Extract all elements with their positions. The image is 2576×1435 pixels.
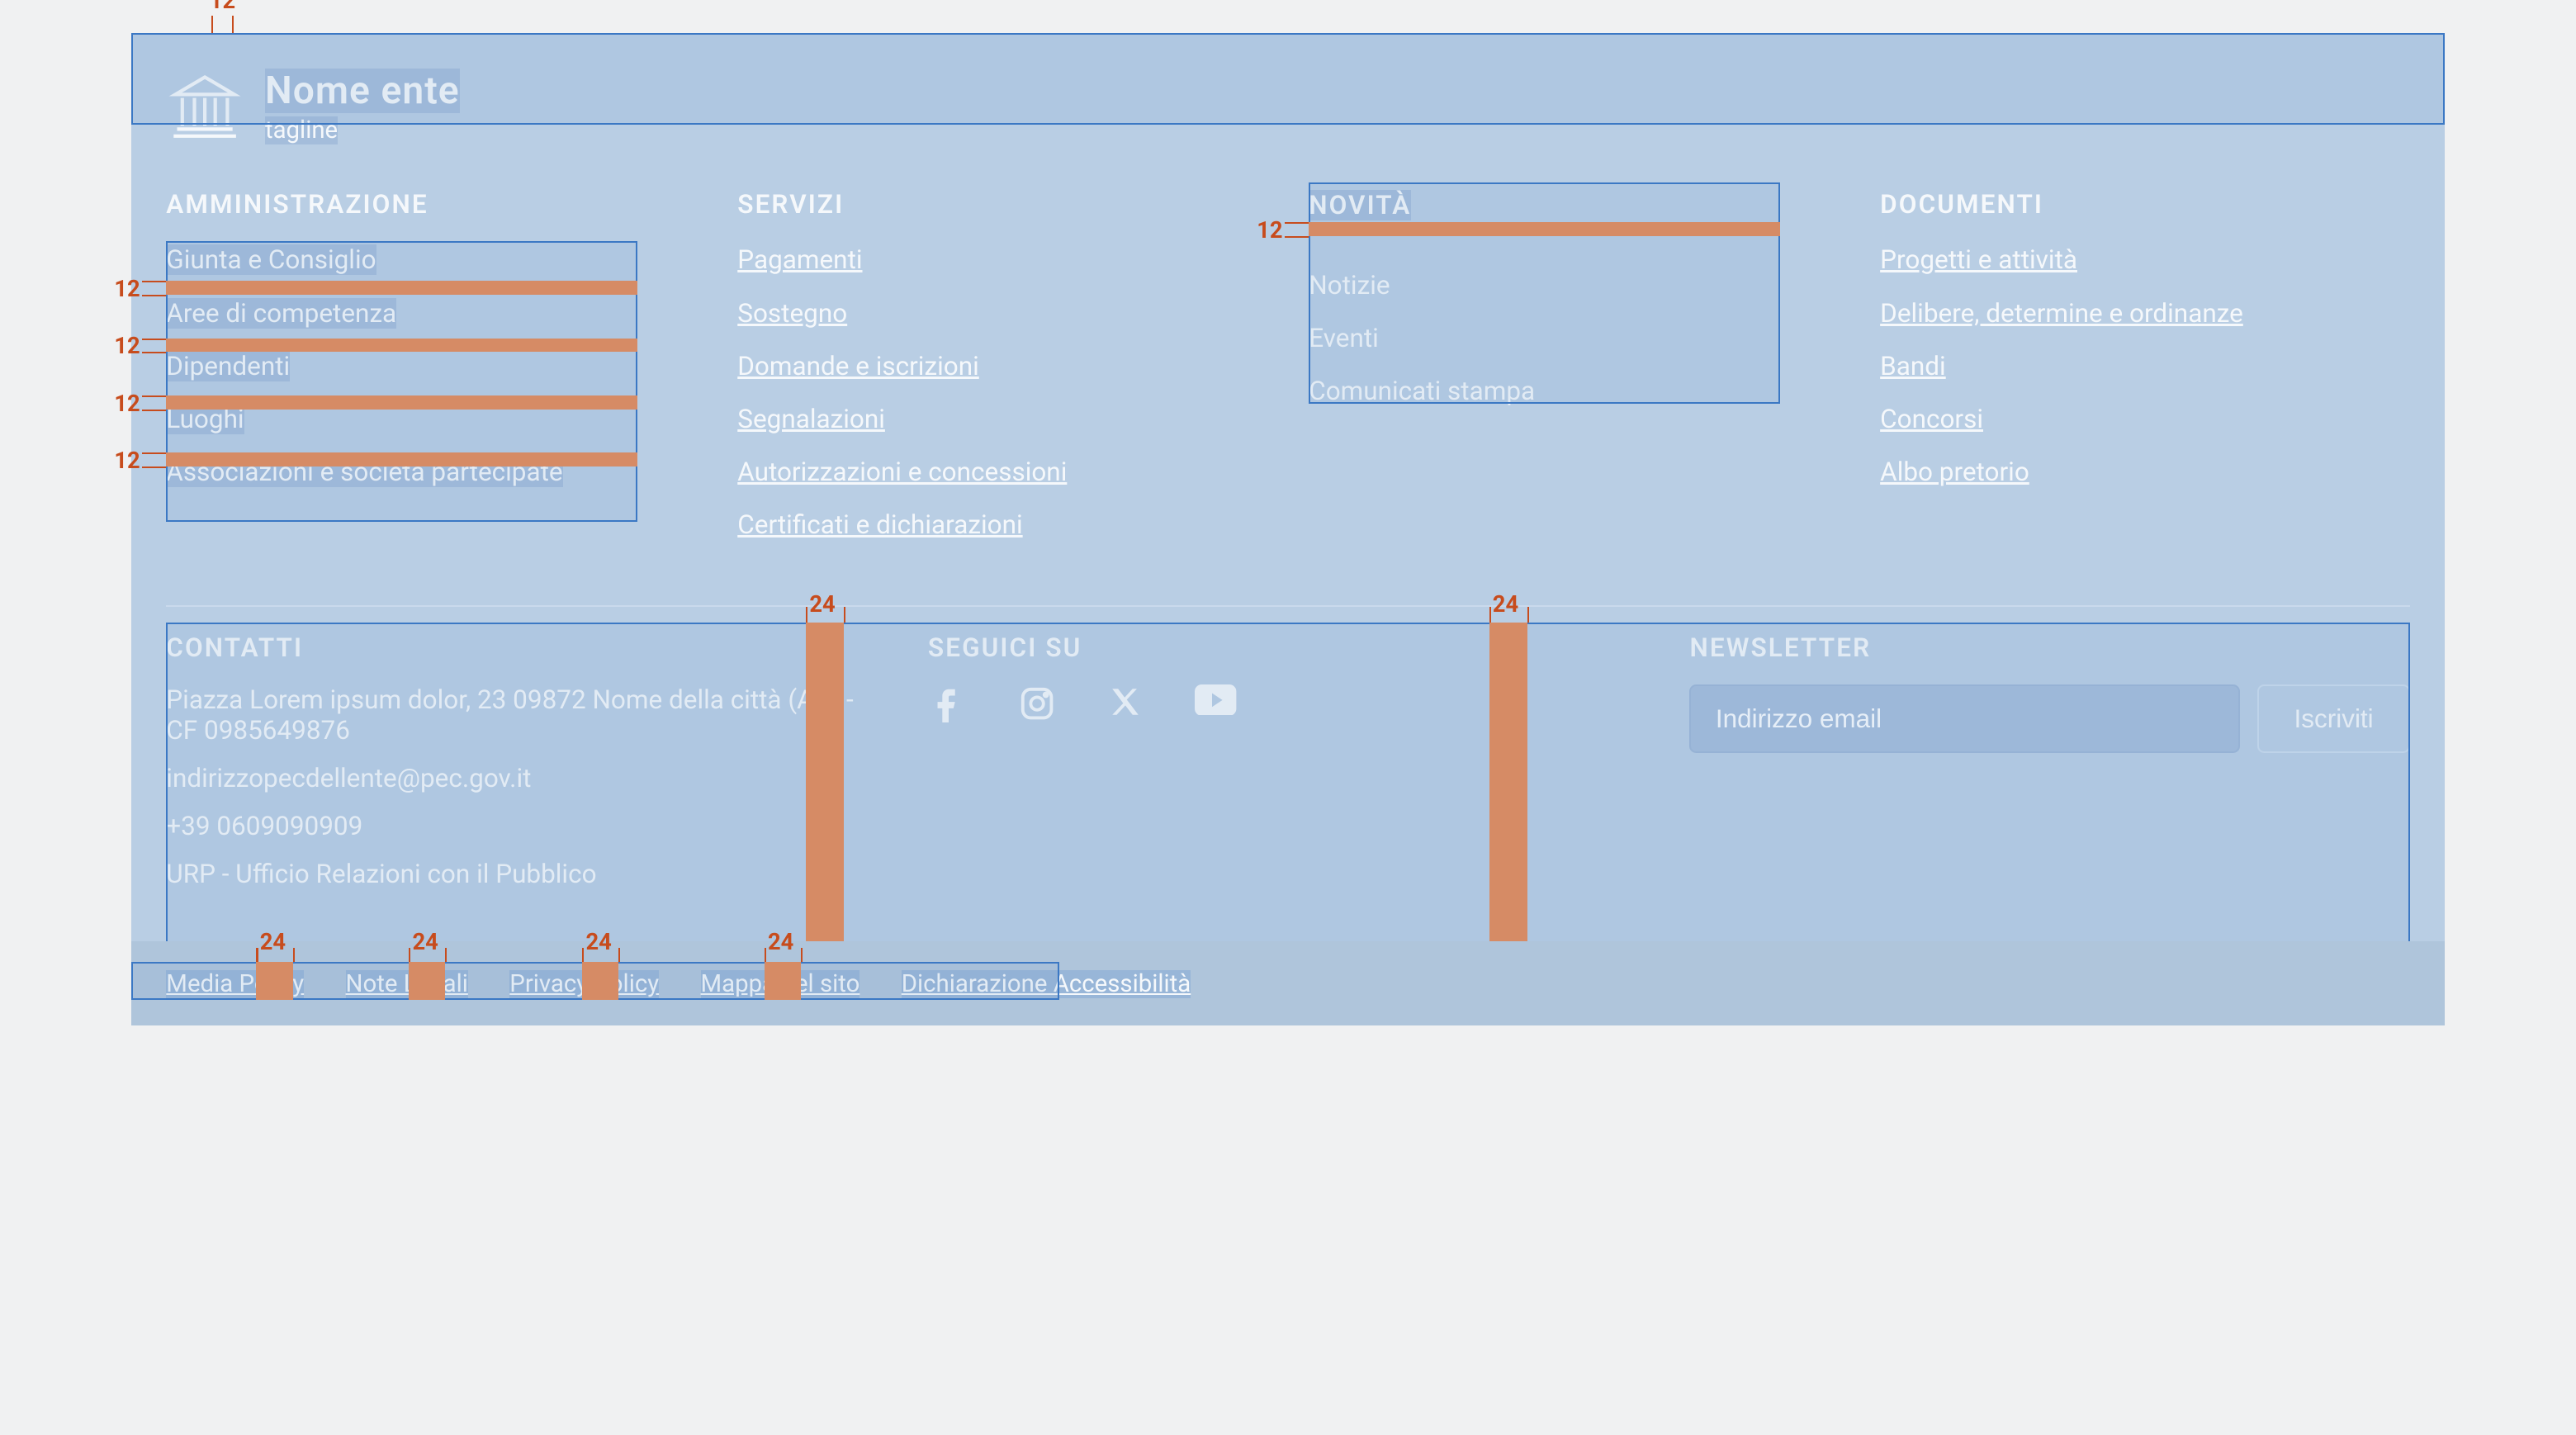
divider: [166, 605, 2409, 607]
tick: [844, 607, 845, 623]
link-albo[interactable]: Albo pretorio: [1880, 457, 2029, 487]
site-tagline: tagline: [265, 116, 338, 144]
link-media-policy[interactable]: Media Policy: [166, 970, 304, 998]
newsletter-block: NEWSLETTER Iscriviti: [1689, 632, 2409, 906]
instagram-icon[interactable]: [1018, 684, 1056, 730]
footer-bottom: Media Policy Note Legali Privacy Policy …: [131, 941, 2444, 1025]
link-sostegno[interactable]: Sostegno: [737, 298, 847, 329]
tick: [1489, 607, 1491, 623]
contacts-block: CONTATTI Piazza Lorem ipsum dolor, 23 09…: [166, 632, 886, 906]
footer-columns: AMMINISTRAZIONE Giunta e Consiglio Aree …: [166, 189, 2409, 562]
link-segnalazioni[interactable]: Segnalazioni: [737, 404, 885, 434]
social-header: SEGUICI SU: [928, 632, 1648, 663]
tick: [142, 352, 166, 353]
link-bandi[interactable]: Bandi: [1880, 351, 1946, 381]
link-eventi[interactable]: Eventi: [1309, 323, 1379, 353]
tick: [232, 16, 234, 33]
contact-phone: +39 0609090909: [166, 811, 886, 841]
tick: [765, 948, 766, 962]
link-certificati[interactable]: Certificati e dichiarazioni: [737, 509, 1022, 540]
link-associazioni[interactable]: Associazioni e società partecipate: [166, 457, 562, 487]
column-amministrazione: AMMINISTRAZIONE Giunta e Consiglio Aree …: [166, 189, 696, 562]
link-notizie[interactable]: Notizie: [1309, 270, 1390, 301]
link-luoghi[interactable]: Luoghi: [166, 404, 244, 434]
tick: [582, 948, 584, 962]
site-title: Nome ente: [265, 69, 460, 113]
column-header-amministrazione: AMMINISTRAZIONE: [166, 189, 696, 220]
tick: [293, 948, 295, 962]
link-comunicati[interactable]: Comunicati stampa: [1309, 376, 1535, 406]
contact-address: Piazza Lorem ipsum dolor, 23 09872 Nome …: [166, 684, 886, 746]
tick: [142, 281, 166, 282]
tick: [142, 452, 166, 454]
tick: [142, 295, 166, 296]
spacing-label: 12: [114, 333, 140, 359]
newsletter-email-input[interactable]: [1689, 684, 2240, 753]
link-giunta-consiglio[interactable]: Giunta e Consiglio: [166, 244, 376, 275]
link-accessibilita[interactable]: Dichiarazione Accessibilità: [902, 970, 1191, 998]
spacing-label: 12: [114, 391, 140, 417]
spacing-label: 12: [210, 0, 235, 14]
footer-main: Nome ente tagline 12 AMMINISTRAZIONE Giu…: [131, 33, 2444, 941]
tick: [142, 395, 166, 397]
spacing-label: 12: [114, 276, 140, 302]
link-mappa-sito[interactable]: Mappa del sito: [701, 970, 860, 998]
column-servizi: SERVIZI Pagamenti Sostegno Domande e isc…: [737, 189, 1267, 562]
column-novita: NOVITÀ Notizie Eventi Comunicati stampa …: [1309, 189, 1839, 562]
contact-row: CONTATTI Piazza Lorem ipsum dolor, 23 09…: [166, 632, 2409, 906]
newsletter-header: NEWSLETTER: [1689, 632, 2409, 663]
tick: [1285, 236, 1309, 238]
link-pagamenti[interactable]: Pagamenti: [737, 244, 862, 275]
column-header-documenti: DOCUMENTI: [1880, 189, 2410, 220]
logo-title-block: Nome ente tagline: [166, 68, 2409, 145]
contact-urp: URP - Ufficio Relazioni con il Pubblico: [166, 859, 886, 889]
link-privacy-policy[interactable]: Privacy Policy: [509, 970, 659, 998]
social-block: SEGUICI SU: [928, 632, 1648, 906]
link-note-legali[interactable]: Note Legali: [346, 970, 468, 998]
contact-pec: indirizzopecdellente@pec.gov.it: [166, 763, 886, 793]
spacing-label: 12: [114, 448, 140, 474]
footer: Nome ente tagline 12 AMMINISTRAZIONE Giu…: [131, 33, 2444, 1025]
column-header-servizi: SERVIZI: [737, 189, 1267, 220]
tick: [618, 948, 620, 962]
tick: [142, 466, 166, 468]
youtube-icon[interactable]: [1195, 684, 1236, 730]
tick: [1527, 607, 1529, 623]
tick: [801, 948, 803, 962]
tick: [211, 16, 213, 33]
contacts-header: CONTATTI: [166, 632, 886, 663]
link-domande[interactable]: Domande e iscrizioni: [737, 351, 979, 381]
tick: [1285, 222, 1309, 224]
link-autorizzazioni[interactable]: Autorizzazioni e concessioni: [737, 457, 1067, 487]
tick: [142, 410, 166, 411]
link-delibere[interactable]: Delibere, determine e ordinanze: [1880, 298, 2243, 329]
tick: [445, 948, 447, 962]
column-documenti: DOCUMENTI Progetti e attività Delibere, …: [1880, 189, 2410, 562]
newsletter-subscribe-button[interactable]: Iscriviti: [2257, 684, 2409, 753]
link-progetti[interactable]: Progetti e attività: [1880, 244, 2077, 275]
tick: [142, 339, 166, 340]
link-dipendenti[interactable]: Dipendenti: [166, 351, 290, 381]
bottom-links: Media Policy Note Legali Privacy Policy …: [166, 967, 2409, 999]
facebook-icon[interactable]: [928, 684, 966, 730]
column-header-novita: NOVITÀ: [1309, 190, 1411, 220]
link-aree-competenza[interactable]: Aree di competenza: [166, 298, 396, 329]
x-twitter-icon[interactable]: [1108, 684, 1143, 730]
tick: [806, 607, 807, 623]
tick: [409, 948, 410, 962]
tick: [256, 948, 258, 962]
institution-logo-icon: [166, 68, 244, 145]
link-concorsi[interactable]: Concorsi: [1880, 404, 1983, 434]
